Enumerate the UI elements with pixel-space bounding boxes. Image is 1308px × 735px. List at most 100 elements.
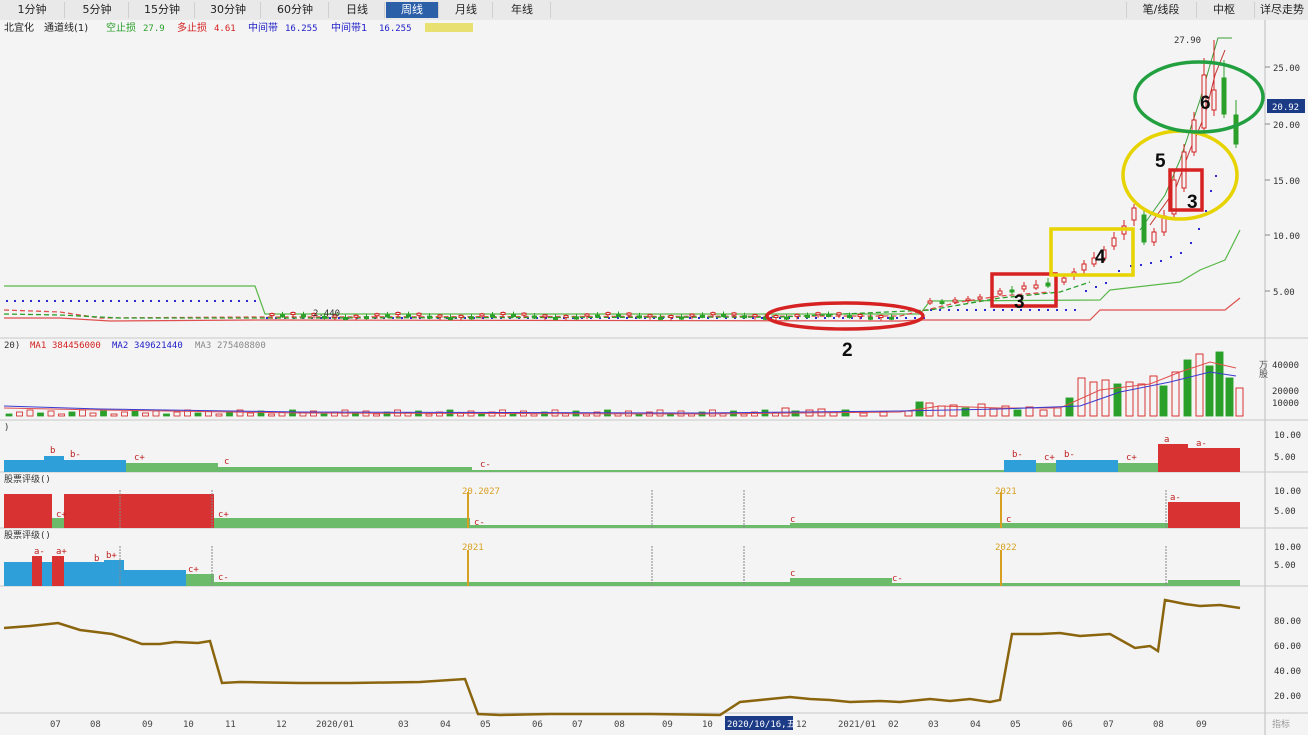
candle-body-87[interactable] xyxy=(1233,114,1239,145)
candle-body-23[interactable] xyxy=(511,314,516,318)
chart-area: 北宜化 通道线(1) 空止损 27.9 多止损 4.61 中间带 16.255 中间带1 16… xyxy=(0,20,1308,735)
candle-body-31[interactable] xyxy=(595,314,600,318)
right-tab-2[interactable]: 详尽走势 xyxy=(1254,2,1308,18)
rp1-block-3 xyxy=(126,463,218,472)
candle-body-58[interactable] xyxy=(878,314,884,318)
candle-body-1[interactable] xyxy=(280,314,285,318)
candle-body-86[interactable] xyxy=(1221,77,1227,115)
stock-name: 北宜化 xyxy=(4,21,34,34)
candle-body-26[interactable] xyxy=(542,314,548,318)
candle-body-46[interactable] xyxy=(752,314,758,318)
period-tab-7[interactable]: 月线 xyxy=(440,2,493,18)
candle-body-65[interactable] xyxy=(997,290,1003,295)
candle-body-45[interactable] xyxy=(742,315,747,319)
candle-body-24[interactable] xyxy=(521,312,527,316)
candle-body-42[interactable] xyxy=(710,312,716,316)
candle-body-62[interactable] xyxy=(952,299,958,303)
period-tab-3[interactable]: 30分钟 xyxy=(196,2,261,18)
candle-body-9[interactable] xyxy=(364,316,369,320)
candle-body-2[interactable] xyxy=(290,312,296,316)
candle-body-78[interactable] xyxy=(1141,214,1147,243)
period-tab-2[interactable]: 15分钟 xyxy=(130,2,195,18)
candle-body-7[interactable] xyxy=(343,316,348,320)
volume-bar-16 xyxy=(173,411,181,417)
candle-body-40[interactable] xyxy=(689,313,695,317)
candle-body-30[interactable] xyxy=(584,313,590,317)
candle-body-18[interactable] xyxy=(458,314,464,318)
candle-body-85[interactable] xyxy=(1211,89,1217,111)
candle-body-69[interactable] xyxy=(1045,282,1051,287)
rating_panel_1-mark-0: b xyxy=(50,446,55,456)
right-tab-1[interactable]: 中枢 xyxy=(1196,2,1251,18)
period-tab-6[interactable]: 周线 xyxy=(386,2,439,18)
candle-body-51[interactable] xyxy=(805,314,810,318)
candle-body-52[interactable] xyxy=(815,312,821,316)
candle-body-21[interactable] xyxy=(490,314,495,318)
candle-body-28[interactable] xyxy=(563,314,569,318)
candle-body-44[interactable] xyxy=(731,312,737,316)
period-tab-1[interactable]: 5分钟 xyxy=(66,2,129,18)
rp3-block-2 xyxy=(42,562,52,586)
rp1-block-11 xyxy=(1188,448,1240,472)
volume-bar-84 xyxy=(925,402,934,417)
rating_panel_1-mark-1: b- xyxy=(70,450,81,460)
candle-body-77[interactable] xyxy=(1131,207,1137,221)
candle-body-43[interactable] xyxy=(721,314,726,318)
volume-bar-95 xyxy=(1065,397,1074,417)
candle-body-64[interactable] xyxy=(977,296,983,300)
candle-body-12[interactable] xyxy=(395,312,401,316)
period-tab-5[interactable]: 日线 xyxy=(330,2,385,18)
annotation-label-4: 4 xyxy=(1095,247,1106,268)
candle-body-10[interactable] xyxy=(374,313,380,317)
candle-body-20[interactable] xyxy=(479,313,485,317)
candle-body-8[interactable] xyxy=(353,314,359,318)
candle-body-37[interactable] xyxy=(658,316,663,320)
volume-bar-3 xyxy=(37,412,44,417)
candle-body-33[interactable] xyxy=(616,314,621,318)
candle-body-11[interactable] xyxy=(385,314,390,318)
candle-body-29[interactable] xyxy=(574,316,579,320)
candle-body-38[interactable] xyxy=(668,314,674,318)
candle-body-75[interactable] xyxy=(1111,237,1117,247)
period-tab-4[interactable]: 60分钟 xyxy=(262,2,329,18)
candle-body-48[interactable] xyxy=(773,314,779,318)
candle-body-61[interactable] xyxy=(939,301,945,304)
candle-body-41[interactable] xyxy=(700,314,705,318)
candle-body-15[interactable] xyxy=(427,315,432,319)
candle-body-54[interactable] xyxy=(836,312,842,316)
candle-body-17[interactable] xyxy=(448,316,453,320)
candle-body-16[interactable] xyxy=(437,314,443,318)
candle-body-56[interactable] xyxy=(857,313,863,317)
candle-body-53[interactable] xyxy=(826,314,831,318)
candle-body-35[interactable] xyxy=(637,315,642,319)
candle-body-25[interactable] xyxy=(532,315,537,319)
right-tab-0[interactable]: 笔/线段 xyxy=(1126,2,1195,18)
period-tab-0[interactable]: 1分钟 xyxy=(0,2,65,18)
candle-body-32[interactable] xyxy=(605,312,611,316)
candle-body-72[interactable] xyxy=(1081,263,1087,271)
candle-body-63[interactable] xyxy=(965,298,971,301)
candle-body-79[interactable] xyxy=(1151,231,1157,243)
period-tab-8[interactable]: 年线 xyxy=(494,2,551,18)
candle-body-60[interactable] xyxy=(927,300,933,304)
candle-body-59[interactable] xyxy=(889,316,894,320)
candle-body-67[interactable] xyxy=(1021,285,1027,290)
candle-body-27[interactable] xyxy=(553,316,558,320)
candle-body-36[interactable] xyxy=(647,314,653,318)
candle-body-34[interactable] xyxy=(626,312,632,316)
candle-body-0[interactable] xyxy=(269,313,275,317)
candle-body-19[interactable] xyxy=(469,316,474,320)
candle-body-49[interactable] xyxy=(784,316,789,320)
candle-body-68[interactable] xyxy=(1033,284,1039,289)
candle-body-14[interactable] xyxy=(416,312,422,316)
candle-body-3[interactable] xyxy=(301,314,306,318)
candle-body-83[interactable] xyxy=(1191,119,1197,153)
candle-body-50[interactable] xyxy=(794,313,800,317)
volume-bar-0 xyxy=(5,413,13,417)
candle-body-39[interactable] xyxy=(679,316,684,320)
candle-body-57[interactable] xyxy=(868,316,873,320)
candle-body-70[interactable] xyxy=(1061,277,1067,283)
candle-body-55[interactable] xyxy=(847,315,852,319)
candle-body-13[interactable] xyxy=(406,314,411,318)
candle-body-22[interactable] xyxy=(500,312,506,316)
